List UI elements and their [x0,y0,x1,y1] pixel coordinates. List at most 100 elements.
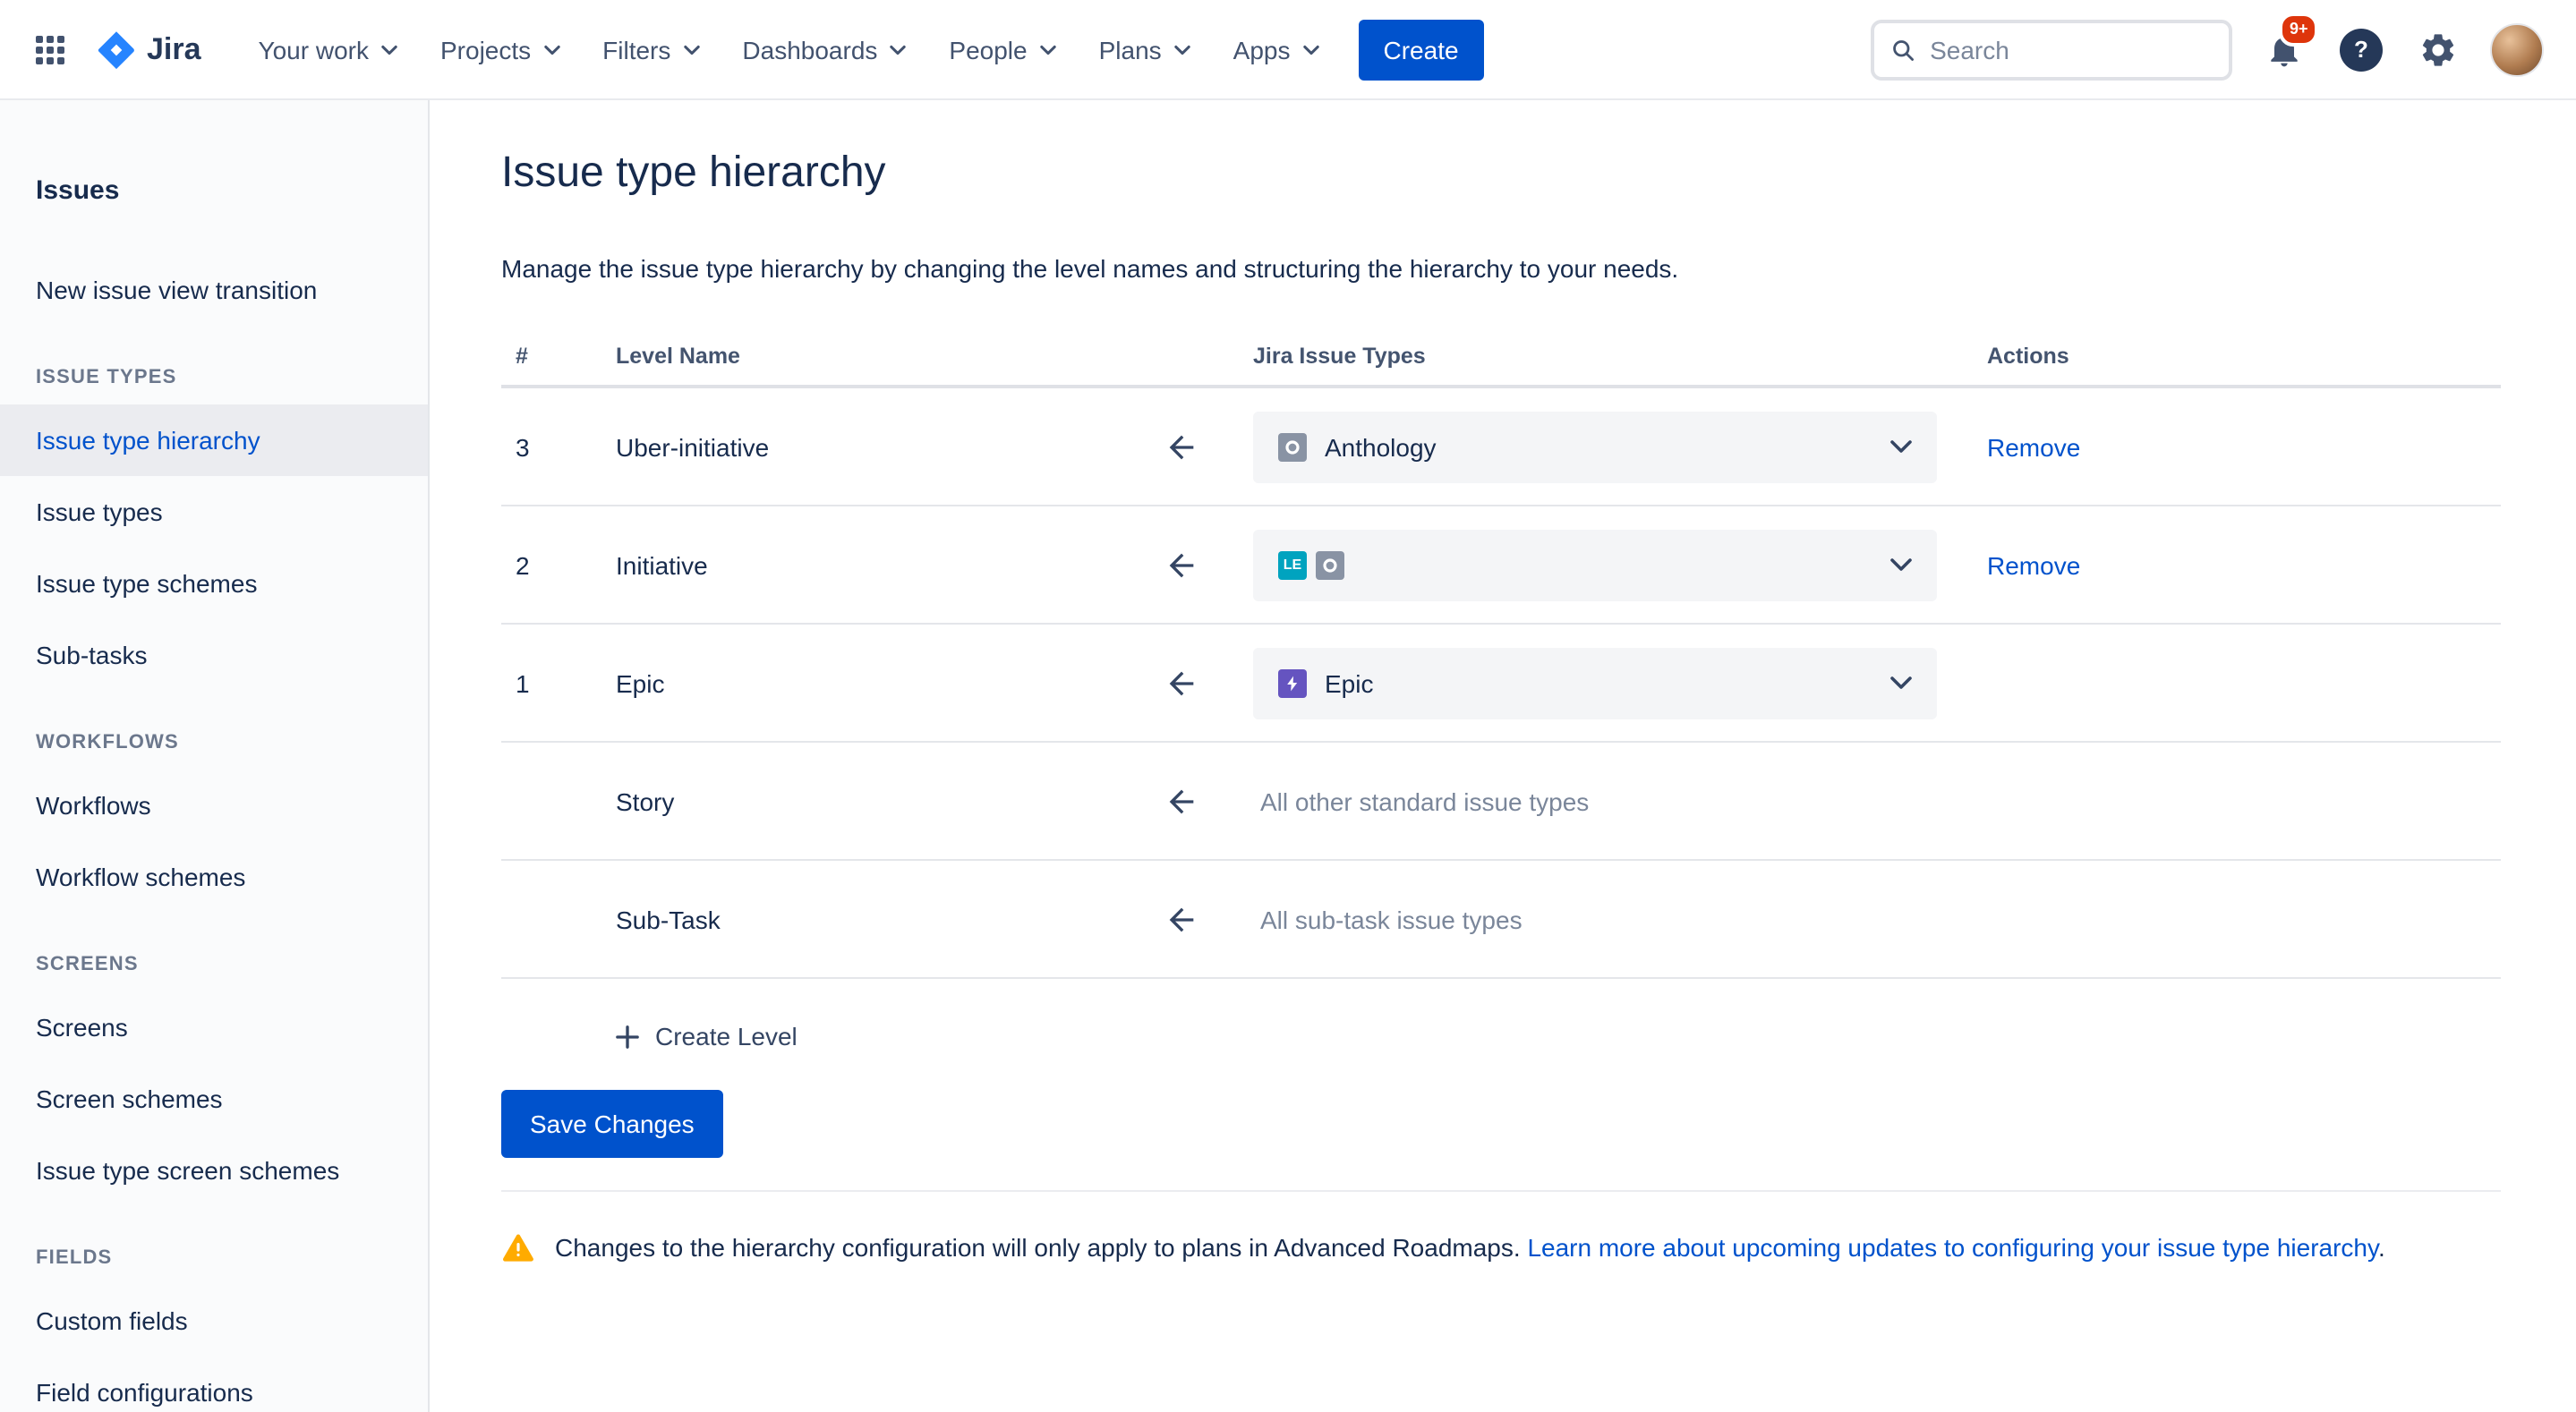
help-button[interactable]: ? [2336,24,2386,74]
nav-plans[interactable]: Plans [1081,21,1208,78]
jira-admin-page: Jira Your work Projects Filters Dashboar… [0,0,2576,1412]
remove-link[interactable]: Remove [1987,550,2080,579]
header-actions: Actions [1987,344,2501,369]
chevron-down-icon [683,44,699,55]
level-name: Story [616,787,1110,815]
nav-projects[interactable]: Projects [422,21,577,78]
table-row: Story All other standard issue types [501,743,2501,861]
jira-logo-icon [97,30,136,69]
header-jira-issue-types: Jira Issue Types [1253,344,1987,369]
create-level-button[interactable]: Create Level [616,1022,798,1050]
chevron-down-icon [1174,44,1190,55]
nav-apps[interactable]: Apps [1215,21,1337,78]
sidebar-item-issue-type-screen-schemes[interactable]: Issue type screen schemes [0,1135,428,1206]
notifications-button[interactable]: 9+ [2259,24,2309,74]
table-header-row: # Level Name Jira Issue Types Actions [501,327,2501,388]
main-content: Issue type hierarchy Manage the issue ty… [430,100,2576,1412]
dropdown-value: Epic [1325,668,1373,697]
chevron-down-icon [1890,558,1912,571]
sidebar-item-workflow-schemes[interactable]: Workflow schemes [0,841,428,913]
warning-note: Changes to the hierarchy configuration w… [501,1231,2501,1263]
sidebar-item-issue-type-schemes[interactable]: Issue type schemes [0,548,428,619]
left-arrow-icon [1164,429,1199,464]
table-row: 2 Initiative LE [501,506,2501,625]
sidebar-item-issue-types[interactable]: Issue types [0,476,428,548]
warning-suffix: . [2378,1233,2385,1262]
le-issue-type-badge: LE [1278,550,1307,579]
issue-types-placeholder: All sub-task issue types [1253,905,1987,933]
header-number: # [501,344,616,369]
page-title: Issue type hierarchy [501,147,2501,200]
issue-types-dropdown[interactable]: LE [1253,529,1937,600]
nav-label: Filters [602,35,670,64]
nav-your-work[interactable]: Your work [241,21,416,78]
sidebar-heading-fields: FIELDS [0,1246,428,1271]
table-row: 3 Uber-initiative Anthology [501,388,2501,506]
header-level-name: Level Name [616,344,1110,369]
sidebar-heading-issue-types: ISSUE TYPES [0,365,428,390]
search-box[interactable] [1871,19,2232,80]
search-input[interactable] [1930,35,2213,64]
sidebar-item-new-issue-view-transition[interactable]: New issue view transition [0,254,428,326]
create-level-label: Create Level [655,1022,798,1050]
level-number: 2 [501,550,616,579]
sidebar-item-workflows[interactable]: Workflows [0,770,428,841]
dropdown-value: Anthology [1325,432,1437,461]
sidebar-item-issue-type-hierarchy[interactable]: Issue type hierarchy [0,404,428,476]
left-arrow-icon [1164,901,1199,937]
warning-text-block: Changes to the hierarchy configuration w… [555,1231,2385,1263]
chevron-down-icon [1303,44,1319,55]
chevron-down-icon [1040,44,1056,55]
sidebar-item-sub-tasks[interactable]: Sub-tasks [0,619,428,691]
nav-filters[interactable]: Filters [584,21,717,78]
sidebar-title: Issues [0,175,428,208]
level-name: Sub-Task [616,905,1110,933]
chevron-down-icon [543,44,559,55]
level-name: Epic [616,668,1110,697]
nav-dashboards[interactable]: Dashboards [724,21,924,78]
table-row: 1 Epic Epic [501,625,2501,743]
sidebar-heading-workflows: WORKFLOWS [0,730,428,755]
search-icon [1890,35,1915,64]
gear-icon [2418,30,2458,69]
chevron-down-icon [1890,676,1912,689]
chevron-down-icon [381,44,397,55]
app-switcher-button[interactable] [21,21,79,78]
warning-icon [501,1229,535,1263]
issue-types-placeholder: All other standard issue types [1253,787,1987,815]
warning-text: Changes to the hierarchy configuration w… [555,1233,1521,1262]
anthology-icon [1278,432,1307,461]
epic-icon [1278,668,1307,697]
sidebar-item-screens[interactable]: Screens [0,991,428,1063]
remove-link[interactable]: Remove [1987,432,2080,461]
settings-sidebar: Issues New issue view transition ISSUE T… [0,100,430,1412]
user-avatar[interactable] [2490,22,2544,76]
sidebar-item-field-configurations[interactable]: Field configurations [0,1357,428,1412]
table-row: Sub-Task All sub-task issue types [501,861,2501,979]
page-description: Manage the issue type hierarchy by chang… [501,254,2501,285]
notification-badge: 9+ [2279,12,2319,46]
anthology-icon [1316,550,1344,579]
left-arrow-icon [1164,547,1199,583]
sidebar-item-screen-schemes[interactable]: Screen schemes [0,1063,428,1135]
nav-label: People [949,35,1027,64]
issue-types-dropdown[interactable]: Epic [1253,647,1937,719]
settings-button[interactable] [2413,24,2463,74]
primary-nav: Your work Projects Filters Dashboards Pe… [241,21,1337,78]
level-name: Initiative [616,550,1110,579]
nav-people[interactable]: People [931,21,1073,78]
sidebar-heading-screens: SCREENS [0,952,428,977]
save-changes-button[interactable]: Save Changes [501,1090,723,1158]
plus-icon [616,1025,639,1048]
level-name: Uber-initiative [616,432,1110,461]
warning-learn-more-link[interactable]: Learn more about upcoming updates to con… [1527,1233,2378,1262]
nav-label: Your work [259,35,370,64]
issue-types-dropdown[interactable]: Anthology [1253,411,1937,482]
nav-label: Projects [440,35,531,64]
nav-label: Plans [1099,35,1162,64]
jira-logo[interactable]: Jira [97,30,201,69]
chevron-down-icon [890,44,906,55]
sidebar-item-custom-fields[interactable]: Custom fields [0,1285,428,1357]
level-number: 3 [501,432,616,461]
create-button[interactable]: Create [1359,19,1484,80]
